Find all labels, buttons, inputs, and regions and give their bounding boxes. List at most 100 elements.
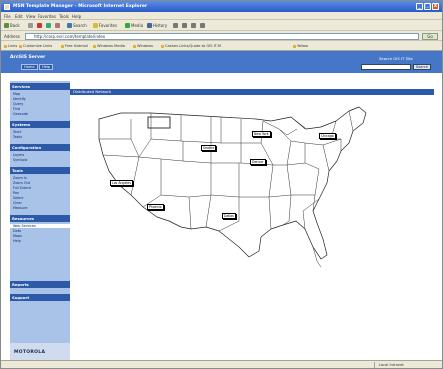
site-search-input[interactable] bbox=[361, 64, 411, 70]
sidebar-item-zoom-out[interactable]: Zoom Out bbox=[13, 181, 30, 185]
sidebar-item-maps[interactable]: Maps bbox=[13, 234, 22, 238]
address-label: Address bbox=[4, 34, 20, 39]
history-button[interactable]: History bbox=[147, 22, 167, 29]
menu-help[interactable]: Help bbox=[72, 14, 81, 19]
media-icon bbox=[125, 23, 130, 28]
print-button[interactable] bbox=[182, 22, 187, 29]
sidebar-item-full-extent[interactable]: Full Extent bbox=[13, 186, 31, 190]
link-customize[interactable]: Customize Links bbox=[19, 44, 52, 48]
address-bar: Address http://corp.esri.com/template/in… bbox=[1, 31, 442, 41]
site-banner: ArcGIS Server Home Help Search GIS IT Si… bbox=[1, 51, 442, 73]
sidebar-item-query[interactable]: Query bbox=[13, 102, 23, 106]
go-button[interactable]: Go bbox=[422, 33, 438, 40]
menu-bar: File Edit View Favorites Tools Help bbox=[1, 12, 442, 20]
refresh-button[interactable] bbox=[46, 22, 51, 29]
sidebar-item-clear[interactable]: Clear bbox=[13, 201, 22, 205]
marker-chicago[interactable]: Chicago bbox=[319, 133, 336, 139]
sidebar: Services Map Identify Query Find Geocode Syste… bbox=[10, 81, 70, 360]
print-icon bbox=[182, 23, 187, 28]
refresh-icon bbox=[46, 23, 51, 28]
sidebar-item-start[interactable]: Start bbox=[13, 130, 21, 134]
site-brand: ArcGIS Server bbox=[10, 55, 46, 60]
mail-icon bbox=[173, 23, 178, 28]
favorites-button[interactable]: Favorites bbox=[93, 22, 117, 29]
status-bar: Local intranet bbox=[1, 360, 442, 368]
sidebar-item-symbols[interactable]: Symbols bbox=[13, 158, 27, 162]
main-heading: Distributed Network bbox=[70, 89, 434, 95]
sidebar-item-map[interactable]: Map bbox=[13, 92, 20, 96]
marker-los-angeles[interactable]: Los Angeles bbox=[110, 180, 134, 186]
link-gis[interactable]: Cashes Links/Quote to GIS IT-M bbox=[161, 44, 221, 48]
browser-window: MSN Template Manager - Microsoft Interne… bbox=[0, 0, 443, 369]
star-icon bbox=[93, 23, 98, 28]
menu-view[interactable]: View bbox=[26, 14, 36, 19]
us-map[interactable] bbox=[91, 99, 391, 289]
link-hotmail[interactable]: Free Hotmail bbox=[61, 44, 88, 48]
forward-button[interactable] bbox=[28, 22, 33, 29]
sidebar-section-support[interactable]: Support bbox=[10, 294, 70, 301]
sidebar-item-tasks[interactable]: Tasks bbox=[13, 135, 22, 139]
menu-edit[interactable]: Edit bbox=[15, 14, 23, 19]
sidebar-item-measure[interactable]: Measure bbox=[13, 206, 27, 210]
us-outline bbox=[98, 106, 367, 260]
sidebar-section-systems[interactable]: Systems bbox=[10, 121, 70, 128]
sidebar-item-zoom-in[interactable]: Zoom In bbox=[13, 176, 27, 180]
sidebar-item-pan[interactable]: Pan bbox=[13, 191, 19, 195]
back-arrow-icon bbox=[4, 23, 9, 28]
sidebar-section-tools[interactable]: Tools bbox=[10, 167, 70, 174]
status-zone: Local intranet bbox=[374, 362, 429, 368]
nav-help[interactable]: Help bbox=[39, 64, 54, 70]
close-button[interactable]: x bbox=[432, 3, 439, 10]
home-icon bbox=[55, 23, 60, 28]
marker-denver[interactable]: Denver bbox=[250, 159, 266, 165]
maximize-button[interactable]: □ bbox=[424, 3, 431, 10]
back-button[interactable]: Back bbox=[4, 22, 20, 29]
stop-button[interactable] bbox=[37, 22, 42, 29]
app-icon bbox=[4, 4, 10, 10]
links-bar: Links Customize Links Free Hotmail Windo… bbox=[1, 41, 442, 51]
menu-tools[interactable]: Tools bbox=[59, 14, 69, 19]
sidebar-section-reports[interactable]: Reports bbox=[10, 281, 70, 288]
sidebar-item-data[interactable]: Data bbox=[13, 229, 21, 233]
window-title: MSN Template Manager - Microsoft Interne… bbox=[13, 4, 148, 9]
title-bar: MSN Template Manager - Microsoft Interne… bbox=[1, 1, 442, 12]
sidebar-section-configuration[interactable]: Configuration bbox=[10, 144, 70, 151]
sidebar-section-resources[interactable]: Resources bbox=[10, 215, 70, 222]
links-label: Links bbox=[4, 44, 17, 48]
sidebar-section-services[interactable]: Services bbox=[10, 83, 70, 90]
discuss-button[interactable] bbox=[200, 22, 205, 29]
site-search-button[interactable]: Search bbox=[413, 64, 431, 70]
sidebar-item-select[interactable]: Select bbox=[13, 196, 23, 200]
sidebar-item-identify[interactable]: Identify bbox=[13, 97, 26, 101]
search-label: Search GIS IT Site bbox=[379, 56, 413, 61]
marker-new-york[interactable]: New York bbox=[252, 131, 271, 137]
edit-button[interactable] bbox=[191, 22, 196, 29]
link-windows[interactable]: Windows bbox=[133, 44, 153, 48]
link-windows-media[interactable]: Windows Media bbox=[93, 44, 125, 48]
minimize-button[interactable]: _ bbox=[416, 3, 423, 10]
mail-button[interactable] bbox=[173, 22, 178, 29]
discuss-icon bbox=[200, 23, 205, 28]
home-button[interactable] bbox=[55, 22, 60, 29]
nav-home[interactable]: Home bbox=[21, 64, 38, 70]
address-input[interactable]: http://corp.esri.com/template/index bbox=[25, 33, 419, 40]
motorola-logo: MOTOROLA bbox=[14, 350, 46, 355]
marker-phoenix[interactable]: Phoenix bbox=[147, 204, 164, 210]
sidebar-item-find[interactable]: Find bbox=[13, 107, 20, 111]
sidebar-item-geocode[interactable]: Geocode bbox=[13, 112, 28, 116]
media-button[interactable]: Media bbox=[125, 22, 143, 29]
sidebar-item-help[interactable]: Help bbox=[13, 239, 21, 243]
marker-dallas[interactable]: Dallas bbox=[222, 213, 236, 219]
forward-arrow-icon bbox=[28, 23, 33, 28]
search-button[interactable]: Search bbox=[67, 22, 87, 29]
sidebar-item-web-services[interactable]: Web Services bbox=[10, 224, 70, 228]
menu-file[interactable]: File bbox=[4, 14, 11, 19]
menu-favorites[interactable]: Favorites bbox=[38, 14, 56, 19]
stop-icon bbox=[37, 23, 42, 28]
toolbar: Back Search Favorites Media History bbox=[1, 20, 442, 31]
sidebar-item-layers[interactable]: Layers bbox=[13, 153, 24, 157]
history-icon bbox=[147, 23, 152, 28]
search-icon bbox=[67, 23, 72, 28]
marker-seattle[interactable]: Seattle bbox=[201, 145, 217, 151]
link-yellow[interactable]: Yellow bbox=[293, 44, 308, 48]
